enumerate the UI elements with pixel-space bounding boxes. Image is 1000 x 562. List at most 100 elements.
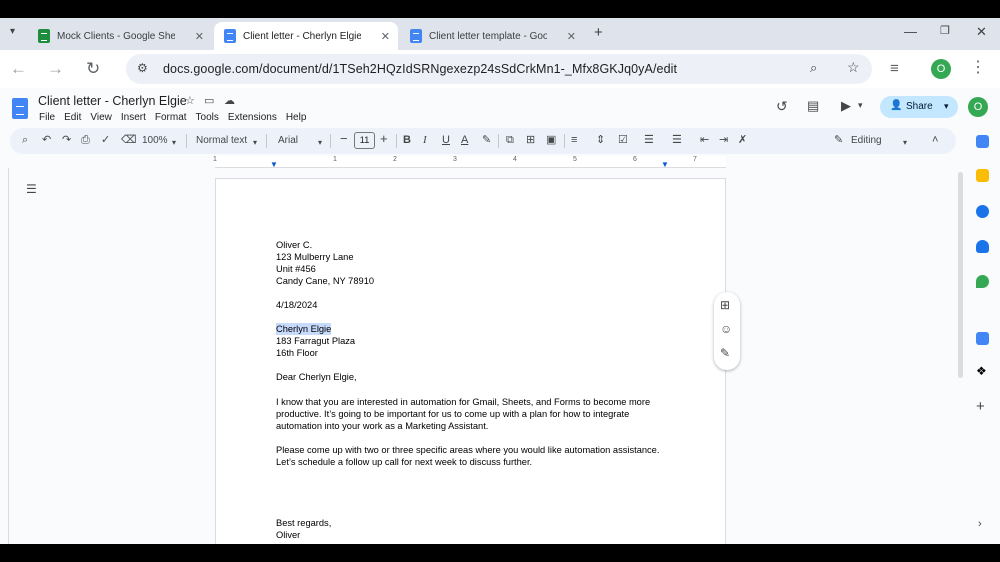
editing-mode-select[interactable]: Editing (851, 134, 882, 147)
redo-icon[interactable]: ↷ (62, 134, 71, 147)
right-indent-marker[interactable]: ▼ (661, 160, 669, 169)
paw-addon-icon[interactable]: ❖ (976, 364, 987, 378)
tab-client-letter-template[interactable]: Client letter template - Google Docs ✕ (400, 22, 584, 50)
horizontal-ruler[interactable]: 1 1 2 3 4 5 6 7 ▼ ▼ (213, 156, 726, 169)
translate-addon-icon[interactable] (976, 332, 989, 345)
mode-dropdown-icon[interactable]: ▾ (903, 136, 907, 149)
font-size-input[interactable]: 11 (354, 132, 375, 149)
suggest-edits-icon[interactable]: ✎ (720, 346, 730, 360)
numbered-list-icon[interactable]: ☰ (672, 134, 682, 147)
forward-icon[interactable]: → (47, 59, 64, 79)
decrease-font-size-icon[interactable]: − (340, 132, 348, 145)
zoom-dropdown-icon[interactable]: ▾ (172, 136, 176, 149)
undo-icon[interactable]: ↶ (42, 134, 51, 147)
menu-format[interactable]: Format (155, 112, 187, 123)
ruler-number: 4 (513, 156, 517, 163)
separator (186, 134, 187, 148)
tab-search-icon[interactable]: ▾ (10, 26, 15, 37)
checklist-icon[interactable]: ☑ (618, 134, 628, 147)
meet-dropdown-icon[interactable]: ▾ (858, 100, 863, 111)
move-folder-icon[interactable]: ▭ (204, 94, 214, 107)
contacts-icon[interactable] (976, 240, 989, 253)
collapse-menu-icon[interactable]: ˄ (932, 134, 938, 147)
zoom-icon[interactable]: ⌕ (810, 60, 817, 76)
underline-button[interactable]: U (442, 134, 450, 147)
version-history-icon[interactable]: ↺ (776, 98, 788, 115)
line-spacing-icon[interactable]: ⇕ (596, 134, 605, 147)
back-icon[interactable]: ← (10, 59, 27, 79)
tab-mock-clients[interactable]: Mock Clients - Google Sheets ✕ (28, 22, 212, 50)
tab-client-letter[interactable]: Client letter - Cherlyn Elgie ✕ (214, 22, 398, 50)
calendar-icon[interactable] (976, 135, 989, 148)
italic-button[interactable]: I (423, 134, 427, 147)
menu-edit[interactable]: Edit (64, 112, 81, 123)
hide-side-panel-icon[interactable]: › (978, 518, 982, 530)
menu-view[interactable]: View (90, 112, 112, 123)
decrease-indent-icon[interactable]: ⇤ (700, 134, 709, 147)
zoom-select[interactable]: 100% (142, 134, 168, 147)
style-select[interactable]: Normal text (196, 134, 247, 147)
close-tab-icon[interactable]: ✕ (567, 30, 576, 43)
bold-button[interactable]: B (403, 134, 411, 147)
increase-indent-icon[interactable]: ⇥ (719, 134, 728, 147)
spellcheck-icon[interactable]: ✓ (101, 134, 110, 147)
reload-icon[interactable]: ↻ (86, 59, 100, 79)
media-control-icon[interactable]: ≡ (890, 59, 899, 79)
minimize-icon[interactable]: — (904, 24, 917, 39)
share-button[interactable]: 👤 Share ▾ (880, 96, 958, 118)
close-window-icon[interactable]: ✕ (976, 24, 987, 40)
search-menus-icon[interactable]: ⌕ (22, 134, 28, 147)
keep-icon[interactable] (976, 169, 989, 182)
menu-file[interactable]: File (39, 112, 55, 123)
bulleted-list-icon[interactable]: ☰ (644, 134, 654, 147)
browser-menu-icon[interactable]: ⋮ (970, 58, 986, 78)
url-text[interactable]: docs.google.com/document/d/1TSeh2HQzIdSR… (163, 62, 677, 76)
print-icon[interactable]: ⎙ (81, 134, 90, 147)
share-dropdown-icon[interactable]: ▾ (944, 101, 949, 112)
highlight-color-icon[interactable]: ✎ (482, 134, 491, 147)
address-bar[interactable]: ⚙ docs.google.com/document/d/1TSeh2HQzId… (126, 54, 872, 84)
browser-window: ▾ Mock Clients - Google Sheets ✕ Client … (0, 18, 1000, 544)
add-comment-icon[interactable]: ⊞ (720, 298, 730, 312)
scrollbar[interactable] (956, 168, 964, 544)
add-comment-icon[interactable]: ⊞ (526, 134, 535, 147)
insert-link-icon[interactable]: ⧉ (506, 134, 514, 147)
restore-icon[interactable]: ❐ (940, 24, 950, 37)
close-tab-icon[interactable]: ✕ (195, 30, 204, 43)
menu-extensions[interactable]: Extensions (228, 112, 277, 123)
scroll-thumb[interactable] (958, 172, 963, 378)
insert-image-icon[interactable]: ▣ (546, 134, 556, 147)
bookmark-star-icon[interactable]: ☆ (847, 59, 860, 76)
separator (564, 134, 565, 148)
paint-format-icon[interactable]: ⌫ (121, 134, 137, 147)
menu-help[interactable]: Help (286, 112, 307, 123)
font-select[interactable]: Arial (278, 134, 298, 147)
profile-avatar[interactable]: O (931, 59, 951, 79)
maps-icon[interactable] (976, 275, 989, 288)
docs-logo-icon[interactable] (12, 98, 28, 119)
star-icon[interactable]: ☆ (185, 94, 195, 107)
new-tab-button[interactable]: + (594, 24, 603, 41)
get-addons-icon[interactable]: + (976, 398, 985, 415)
account-avatar[interactable]: O (968, 97, 988, 117)
tasks-icon[interactable] (976, 205, 989, 218)
site-settings-icon[interactable]: ⚙ (137, 61, 148, 75)
font-dropdown-icon[interactable]: ▾ (318, 136, 322, 149)
document-title[interactable]: Client letter - Cherlyn Elgie (38, 94, 187, 108)
clear-formatting-icon[interactable]: ✗ (738, 134, 747, 147)
align-icon[interactable]: ≡ (571, 134, 577, 147)
text-color-button[interactable]: A (461, 134, 468, 147)
comments-icon[interactable]: ▤ (807, 98, 819, 114)
indent-marker[interactable]: ▼ (270, 160, 278, 169)
document-outline-icon[interactable]: ☰ (26, 182, 37, 196)
style-dropdown-icon[interactable]: ▾ (253, 136, 257, 149)
add-emoji-reaction-icon[interactable]: ☺ (720, 322, 732, 336)
cloud-status-icon[interactable]: ☁ (224, 94, 235, 107)
increase-font-size-icon[interactable]: + (380, 132, 388, 145)
menu-insert[interactable]: Insert (121, 112, 146, 123)
meet-icon[interactable]: ▶ (841, 98, 851, 114)
document-page[interactable]: Oliver C. 123 Mulberry Lane Unit #456 Ca… (215, 178, 726, 544)
editing-mode-icon[interactable]: ✎ (834, 134, 843, 147)
close-tab-icon[interactable]: ✕ (381, 30, 390, 43)
menu-tools[interactable]: Tools (196, 112, 219, 123)
